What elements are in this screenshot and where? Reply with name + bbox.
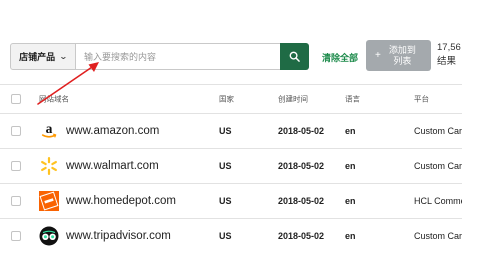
row-checkbox[interactable] (11, 196, 21, 206)
tripadvisor-owl-icon (39, 226, 59, 246)
site-domain: www.amazon.com (66, 125, 160, 137)
header-language: 语言 (345, 94, 360, 104)
add-to-list-line1: 添加到 (388, 44, 416, 55)
amazon-logo-icon: a (39, 121, 59, 141)
language-cell: en (345, 126, 356, 136)
search-toolbar: 店铺产品 ⌄ 输入要搜索的内容 (10, 43, 309, 70)
add-to-list-line2: 列表 (393, 55, 412, 66)
site-domain: www.homedepot.com (66, 195, 176, 207)
add-to-list-button[interactable]: + 添加到 列表 (366, 40, 431, 71)
search-placeholder: 输入要搜索的内容 (84, 52, 157, 62)
svg-text:a: a (46, 122, 53, 136)
site-cell[interactable]: www.tripadvisor.com (39, 226, 171, 246)
site-cell[interactable]: www.homedepot.com (39, 191, 176, 211)
site-domain: www.tripadvisor.com (66, 230, 171, 242)
row-checkbox[interactable] (11, 231, 21, 241)
platform-cell: Custom Car (414, 231, 462, 241)
site-cell[interactable]: www.walmart.com (39, 156, 159, 176)
header-platform: 平台 (414, 94, 429, 104)
table-header: 网站域名 国家 创建时间 语言 平台 (0, 84, 462, 114)
header-created: 创建时间 (278, 94, 308, 104)
platform-cell: Custom Car (414, 126, 462, 136)
site-cell[interactable]: a www.amazon.com (39, 121, 159, 141)
country-cell: US (219, 126, 232, 136)
table-row[interactable]: www.homedepot.com US 2018-05-02 en HCL C… (0, 184, 462, 219)
platform-cell: HCL Comme (414, 196, 462, 206)
row-checkbox[interactable] (11, 161, 21, 171)
country-cell: US (219, 231, 232, 241)
store-type-dropdown[interactable]: 店铺产品 ⌄ (10, 43, 76, 70)
header-site: 网站域名 (39, 94, 69, 104)
country-cell: US (219, 161, 232, 171)
result-count-value: 17,56 (437, 42, 461, 53)
search-icon (289, 51, 300, 62)
results-table: 网站域名 国家 创建时间 语言 平台 a www.amazon.com US 2… (0, 84, 462, 253)
country-cell: US (219, 196, 232, 206)
page: 店铺产品 ⌄ 输入要搜索的内容 清除全部 + 添加到 列表 17,56 结果 网… (0, 0, 479, 253)
table-row[interactable]: www.tripadvisor.com US 2018-05-02 en Cus… (0, 219, 462, 253)
search-button[interactable] (280, 43, 309, 70)
table-row[interactable]: a www.amazon.com US 2018-05-02 en Custom… (0, 114, 462, 149)
language-cell: en (345, 231, 356, 241)
homedepot-logo-icon (39, 191, 59, 211)
store-type-label: 店铺产品 (19, 52, 56, 62)
walmart-spark-icon (39, 156, 59, 176)
search-input[interactable]: 输入要搜索的内容 (76, 43, 280, 70)
table-row[interactable]: www.walmart.com US 2018-05-02 en Custom … (0, 149, 462, 184)
add-to-list-label: 添加到 列表 (389, 45, 416, 67)
clear-all-button[interactable]: 清除全部 (322, 51, 358, 64)
created-cell: 2018-05-02 (278, 126, 325, 136)
plus-icon: + (375, 50, 381, 61)
result-count: 17,56 结果 (437, 41, 461, 69)
result-count-unit: 结果 (437, 56, 457, 67)
platform-cell: Custom Car (414, 161, 462, 171)
header-country: 国家 (219, 94, 234, 104)
row-checkbox[interactable] (11, 126, 21, 136)
created-cell: 2018-05-02 (278, 161, 325, 171)
language-cell: en (345, 161, 356, 171)
created-cell: 2018-05-02 (278, 231, 325, 241)
site-domain: www.walmart.com (66, 160, 159, 172)
language-cell: en (345, 196, 356, 206)
select-all-checkbox[interactable] (11, 94, 21, 104)
chevron-down-icon: ⌄ (59, 52, 68, 61)
created-cell: 2018-05-02 (278, 196, 325, 206)
